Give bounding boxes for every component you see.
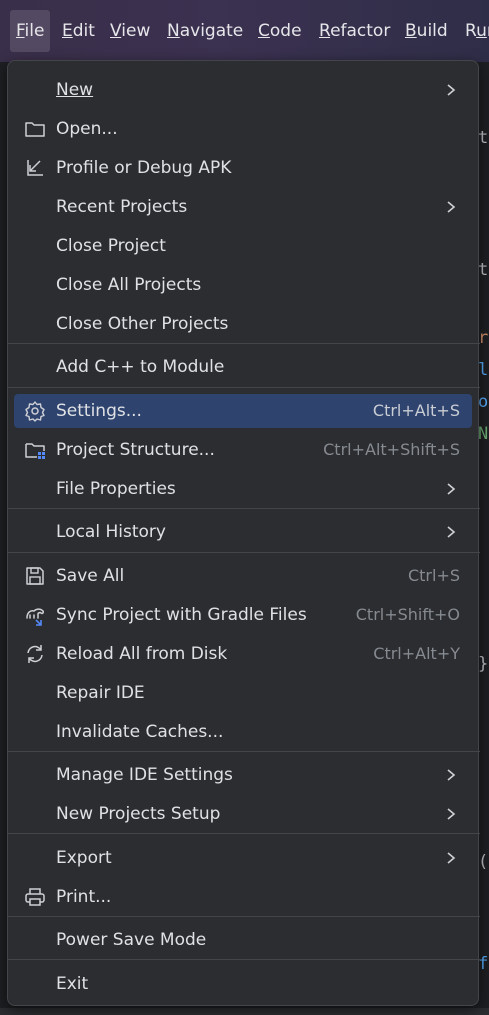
menu-item-power-save-mode[interactable]: Power Save Mode — [14, 923, 472, 957]
menu-build[interactable]: Build — [403, 10, 450, 52]
chevron-right-icon — [447, 201, 456, 213]
menu-item-label: Profile or Debug APK — [56, 158, 232, 178]
menu-separator — [8, 387, 480, 388]
menu-item-print[interactable]: Print... — [14, 880, 472, 914]
menu-item-label: Close Project — [56, 236, 166, 256]
menu-item-shortcut: Ctrl+Alt+S — [372, 401, 460, 420]
chevron-right-icon — [447, 808, 456, 820]
menu-item-repair-ide[interactable]: Repair IDE — [14, 676, 472, 710]
menu-edit[interactable]: Edit — [60, 10, 97, 52]
printer-icon — [25, 888, 45, 906]
menu-item-label: New — [56, 73, 93, 107]
editor-fragment: f — [478, 954, 489, 974]
editor-fragment: t — [478, 128, 489, 148]
menu-item-label: Local History — [56, 522, 166, 542]
menu-item-shortcut: Ctrl+S — [407, 566, 460, 585]
menu-item-close-all-projects[interactable]: Close All Projects — [14, 268, 472, 302]
menu-file[interactable]: File — [10, 10, 51, 52]
menu-item-label: Invalidate Caches... — [56, 722, 224, 742]
gradle-sync-icon — [26, 608, 44, 626]
menu-item-label: Open... — [56, 119, 118, 139]
menu-item-label: New Projects Setup — [56, 804, 221, 824]
menu-item-label: Recent Projects — [56, 197, 188, 217]
menu-item-settings[interactable]: Settings... Ctrl+Alt+S — [14, 394, 472, 428]
editor-fragment: o — [478, 392, 489, 412]
menu-item-sync-gradle[interactable]: Sync Project with Gradle Files Ctrl+Shif… — [14, 598, 472, 632]
gear-icon — [25, 401, 45, 422]
menu-separator — [8, 916, 480, 917]
editor-background: t t r l o N } ( f — [478, 62, 489, 1015]
chevron-right-icon — [447, 84, 456, 96]
menu-item-export[interactable]: Export — [14, 841, 472, 875]
mnemonic-label: New — [56, 80, 94, 100]
menu-item-open[interactable]: Open... — [14, 112, 472, 146]
menu-item-label: Sync Project with Gradle Files — [56, 605, 307, 625]
menu-view[interactable]: View — [108, 10, 152, 52]
editor-fragment: ( — [478, 852, 489, 872]
editor-fragment: } — [478, 654, 489, 674]
menu-item-exit[interactable]: Exit — [14, 967, 472, 1001]
menu-refactor[interactable]: Refactor — [317, 10, 392, 52]
menu-item-label: Close Other Projects — [56, 314, 229, 334]
menu-item-invalidate-caches[interactable]: Invalidate Caches... — [14, 715, 472, 749]
menu-item-project-structure[interactable]: Project Structure... Ctrl+Alt+Shift+S — [14, 433, 472, 467]
menu-separator — [8, 751, 480, 752]
main-menubar: File Edit View Navigate Code Refactor Bu… — [0, 0, 489, 62]
menu-item-new-projects-setup[interactable]: New Projects Setup — [14, 797, 472, 831]
menu-item-label: Print... — [56, 887, 112, 907]
menu-item-label: Settings... — [56, 401, 142, 421]
reload-icon — [27, 645, 43, 663]
menu-item-label: Save All — [56, 566, 125, 586]
editor-fragment: N — [478, 424, 489, 444]
editor-bottom-band — [0, 1008, 489, 1015]
menu-item-label: Power Save Mode — [56, 930, 207, 950]
project-structure-icon — [25, 443, 45, 459]
menu-item-label: Exit — [56, 974, 89, 994]
menu-item-label: File Properties — [56, 479, 176, 499]
menu-item-close-other-projects[interactable]: Close Other Projects — [14, 307, 472, 341]
menu-item-file-properties[interactable]: File Properties — [14, 472, 472, 506]
menu-separator — [8, 343, 480, 344]
menu-item-recent-projects[interactable]: Recent Projects — [14, 190, 472, 224]
menu-item-profile-debug-apk[interactable]: Profile or Debug APK — [14, 151, 472, 185]
menu-item-label: Manage IDE Settings — [56, 765, 233, 785]
menu-item-shortcut: Ctrl+Alt+Shift+S — [323, 440, 460, 459]
menu-item-shortcut: Ctrl+Shift+O — [355, 605, 460, 624]
menu-run[interactable]: Run — [463, 10, 489, 52]
menu-item-save-all[interactable]: Save All Ctrl+S — [14, 559, 472, 593]
menu-item-close-project[interactable]: Close Project — [14, 229, 472, 263]
save-icon — [26, 567, 44, 585]
menu-separator — [8, 959, 480, 960]
menu-separator — [8, 508, 480, 509]
menu-separator — [8, 833, 480, 834]
folder-icon — [25, 122, 45, 137]
menu-item-local-history[interactable]: Local History — [14, 515, 472, 549]
chevron-right-icon — [447, 769, 456, 781]
chevron-right-icon — [447, 852, 456, 864]
menu-code[interactable]: Code — [256, 10, 304, 52]
menu-item-shortcut: Ctrl+Alt+Y — [373, 644, 460, 663]
import-arrow-icon — [27, 160, 43, 176]
editor-fragment: l — [478, 360, 489, 380]
menu-item-label: Reload All from Disk — [56, 644, 228, 664]
menu-item-reload-disk[interactable]: Reload All from Disk Ctrl+Alt+Y — [14, 637, 472, 671]
menu-item-label: Export — [56, 848, 112, 868]
menu-item-add-cpp[interactable]: Add C++ to Module — [14, 350, 472, 384]
file-menu-popup: New Open... Profile or Debug APK Recent … — [7, 60, 480, 1006]
chevron-right-icon — [447, 483, 456, 495]
editor-fragment: t — [478, 260, 489, 280]
menu-item-label: Close All Projects — [56, 275, 202, 295]
menu-item-manage-ide-settings[interactable]: Manage IDE Settings — [14, 758, 472, 792]
menu-separator — [8, 552, 480, 553]
chevron-right-icon — [447, 526, 456, 538]
menu-item-label: Add C++ to Module — [56, 357, 225, 377]
menu-navigate[interactable]: Navigate — [165, 10, 245, 52]
menu-item-label: Repair IDE — [56, 683, 145, 703]
menu-item-label: Project Structure... — [56, 440, 215, 460]
menu-item-new[interactable]: New — [14, 73, 472, 107]
editor-fragment: r — [478, 328, 489, 348]
